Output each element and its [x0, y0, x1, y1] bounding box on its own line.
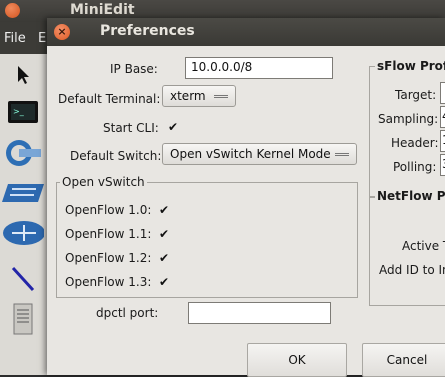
start-cli-checkbox[interactable]: ✔ — [168, 121, 180, 133]
default-switch-select[interactable]: Open vSwitch Kernel Mode — [162, 143, 357, 165]
dpctl-port-input[interactable] — [188, 302, 331, 324]
controller-icon — [13, 303, 33, 335]
miniedit-title: MiniEdit — [70, 2, 135, 18]
dialog-close-button[interactable]: × — [54, 24, 70, 40]
dialog-titlebar: × Preferences — [47, 18, 445, 46]
default-switch-label: Default Switch: — [70, 149, 162, 163]
pointer-icon — [18, 66, 29, 84]
sflow-header-input[interactable]: 1 — [440, 130, 445, 152]
dialog-title: Preferences — [100, 23, 195, 39]
router-icon — [3, 221, 44, 245]
ok-button[interactable]: OK — [247, 343, 347, 377]
host-icon: >_ — [8, 101, 38, 123]
close-icon: × — [57, 25, 67, 38]
openflow-13-label: OpenFlow 1.3: — [65, 275, 152, 289]
default-switch-value: Open vSwitch Kernel Mode — [170, 147, 331, 161]
netflow-add-id-label: Add ID to In — [379, 263, 445, 277]
link-tool-button[interactable] — [2, 262, 44, 296]
default-terminal-value: xterm — [170, 89, 206, 103]
miniedit-toolbar: >_ — [0, 54, 49, 375]
sflow-sampling-input[interactable]: 4 — [440, 106, 445, 128]
netflow-active-label: Active T — [402, 239, 445, 253]
default-terminal-label: Default Terminal: — [58, 92, 161, 106]
switch-tool-button[interactable] — [2, 136, 44, 170]
router-tool-button[interactable] — [2, 216, 44, 250]
menu-file[interactable]: File — [4, 31, 26, 46]
dpctl-port-label: dpctl port: — [96, 306, 159, 320]
sflow-frame — [369, 66, 445, 198]
select-tool-button[interactable] — [2, 58, 44, 92]
openflow-10-label: OpenFlow 1.0: — [65, 203, 152, 217]
sflow-polling-input[interactable]: 3 — [440, 154, 445, 176]
openflow-12-label: OpenFlow 1.2: — [65, 251, 152, 265]
svg-text:>_: >_ — [13, 107, 25, 116]
start-cli-label: Start CLI: — [103, 121, 159, 135]
legacy-switch-tool-button[interactable] — [2, 176, 44, 210]
netflow-frame-title: NetFlow Pro — [375, 189, 445, 203]
sflow-polling-label: Polling: — [393, 160, 437, 174]
openflow-11-label: OpenFlow 1.1: — [65, 227, 152, 241]
sflow-target-input[interactable] — [440, 82, 445, 104]
cancel-button[interactable]: Cancel — [362, 343, 445, 377]
link-icon — [11, 266, 35, 292]
openflow-12-checkbox[interactable]: ✔ — [159, 252, 171, 264]
preferences-dialog: × Preferences IP Base: 10.0.0.0/8 Defaul… — [47, 18, 445, 377]
controller-tool-button[interactable] — [2, 302, 44, 336]
menu-edit[interactable]: E — [38, 31, 46, 46]
openflow-11-checkbox[interactable]: ✔ — [159, 228, 171, 240]
ip-base-input[interactable]: 10.0.0.0/8 — [185, 57, 333, 79]
switch-icon — [6, 140, 41, 166]
combo-grip-icon — [335, 153, 349, 156]
openvswitch-frame-title: Open vSwitch — [60, 175, 147, 189]
ip-base-label: IP Base: — [110, 62, 158, 76]
combo-grip-icon — [214, 95, 228, 98]
default-terminal-select[interactable]: xterm — [162, 85, 236, 107]
openflow-13-checkbox[interactable]: ✔ — [159, 276, 171, 288]
sflow-sampling-label: Sampling: — [378, 112, 439, 126]
miniedit-close-button[interactable] — [5, 3, 20, 18]
legacy-switch-icon — [2, 184, 44, 202]
openflow-10-checkbox[interactable]: ✔ — [159, 204, 171, 216]
sflow-frame-title: sFlow Profil — [375, 59, 445, 73]
sflow-target-label: Target: — [395, 88, 437, 102]
host-tool-button[interactable]: >_ — [2, 96, 44, 130]
sflow-header-label: Header: — [391, 136, 439, 150]
